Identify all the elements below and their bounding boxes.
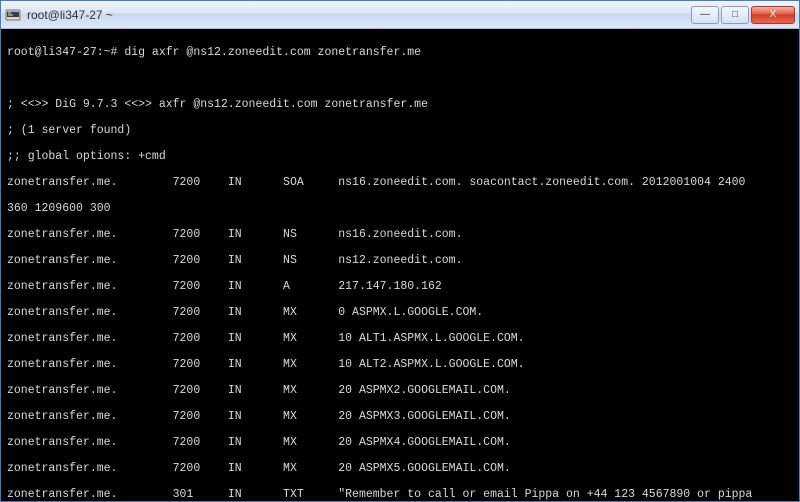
minimize-icon: — [700,9,710,20]
minimize-button[interactable]: — [691,6,719,24]
window-controls: — □ X [691,6,795,24]
maximize-button[interactable]: □ [721,6,749,24]
close-icon: X [770,9,777,20]
putty-window: root@li347-27 ~ — □ X root@li347-27:~# d… [0,0,800,502]
blank-line [7,72,793,85]
dns-record: zonetransfer.me. 7200 IN SOA ns16.zoneed… [7,176,793,189]
maximize-icon: □ [732,9,738,20]
dns-record: zonetransfer.me. 7200 IN A 217.147.180.1… [7,280,793,293]
dns-record: 360 1209600 300 [7,202,793,215]
dig-header-0: ; <<>> DiG 9.7.3 <<>> axfr @ns12.zoneedi… [7,98,793,111]
putty-icon [5,7,21,23]
terminal-output[interactable]: root@li347-27:~# dig axfr @ns12.zoneedit… [1,29,799,501]
dns-record: zonetransfer.me. 7200 IN MX 20 ASPMX3.GO… [7,410,793,423]
dns-record: zonetransfer.me. 7200 IN NS ns16.zoneedi… [7,228,793,241]
dns-record: zonetransfer.me. 301 IN TXT "Remember to… [7,488,793,501]
title-bar[interactable]: root@li347-27 ~ — □ X [1,1,799,29]
dns-record: zonetransfer.me. 7200 IN MX 10 ALT1.ASPM… [7,332,793,345]
dns-record: zonetransfer.me. 7200 IN MX 10 ALT2.ASPM… [7,358,793,371]
dig-header-1: ; (1 server found) [7,124,793,137]
dns-record: zonetransfer.me. 7200 IN MX 20 ASPMX4.GO… [7,436,793,449]
close-button[interactable]: X [751,6,795,24]
dns-record: zonetransfer.me. 7200 IN NS ns12.zoneedi… [7,254,793,267]
dns-record: zonetransfer.me. 7200 IN MX 20 ASPMX5.GO… [7,462,793,475]
dns-record: zonetransfer.me. 7200 IN MX 20 ASPMX2.GO… [7,384,793,397]
dig-header-2: ;; global options: +cmd [7,150,793,163]
shell-prompt: root@li347-27:~# dig axfr @ns12.zoneedit… [7,46,793,59]
dns-record: zonetransfer.me. 7200 IN MX 0 ASPMX.L.GO… [7,306,793,319]
window-title: root@li347-27 ~ [27,8,691,22]
